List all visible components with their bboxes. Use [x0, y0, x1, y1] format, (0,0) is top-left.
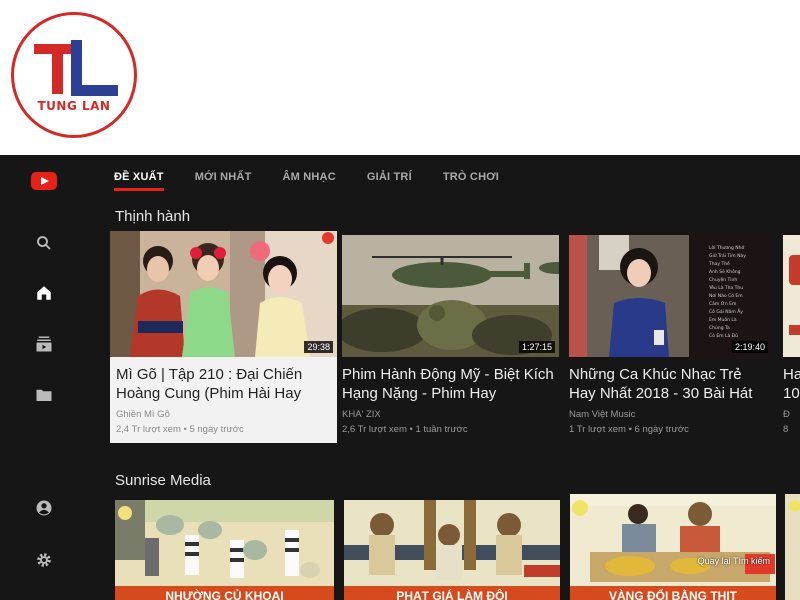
- top-tabs: ĐỀ XUẤT MỚI NHẤT ÂM NHẠC GIẢI TRÍ TRÒ CH…: [114, 171, 530, 191]
- settings-icon[interactable]: [33, 549, 55, 571]
- svg-text:Thay Thế: Thay Thế: [708, 260, 730, 267]
- video-channel: Ghiền Mì Gõ: [116, 409, 170, 420]
- video-channel: Nam Việt Music: [569, 409, 636, 420]
- video-banner: PHẠT GIÁ LÀM ĐÔI: [344, 586, 560, 600]
- tab-giai-tri[interactable]: GIẢI TRÍ: [367, 171, 412, 191]
- video-meta: 8: [783, 424, 789, 435]
- account-icon[interactable]: [33, 497, 55, 519]
- video-meta: 2,6 Tr lượt xem • 1 tuần trước: [342, 424, 468, 435]
- video-card-8-partial[interactable]: [785, 494, 800, 600]
- video-duration: 1:27:15: [518, 341, 555, 353]
- video-card-6[interactable]: PHẠT GIÁ LÀM ĐÔI: [344, 500, 560, 600]
- video-thumbnail: 29:38: [110, 231, 337, 357]
- overlay-hint-text: Quay lại Tìm kiếm: [697, 556, 770, 566]
- subscriptions-icon[interactable]: [33, 333, 55, 355]
- video-title: Mì Gõ | Tập 210 : Đại Chiến Hoàng Cung (…: [116, 366, 303, 402]
- sidebar: [0, 155, 90, 600]
- video-channel: KHA' ZIX: [342, 409, 381, 420]
- video-banner: NHƯỜNG CỦ KHOAI: [115, 586, 334, 600]
- video-thumbnail: [783, 235, 800, 357]
- video-card-7[interactable]: Quay lại Tìm kiếm VÀNG ĐỔI BẰNG THỊT: [570, 494, 776, 600]
- section-title-trending: Thịnh hành: [115, 208, 191, 225]
- svg-text:Chúng Ta: Chúng Ta: [709, 324, 730, 331]
- svg-text:Giữ Trái Tim Này: Giữ Trái Tim Này: [709, 252, 746, 259]
- video-duration: 29:38: [304, 341, 333, 353]
- tab-de-xuat[interactable]: ĐỀ XUẤT: [114, 171, 164, 191]
- tab-tro-choi[interactable]: TRÒ CHƠI: [443, 171, 499, 191]
- svg-text:Yêu Là Tha Thu: Yêu Là Tha Thu: [708, 284, 743, 291]
- video-card-1[interactable]: 29:38 Mì Gõ | Tập 210 : Đại Chiến Hoàng …: [110, 231, 337, 443]
- video-title: Ha 10: [783, 366, 800, 402]
- tung-lan-logo: TUNG LAN: [11, 12, 137, 138]
- logo-brand-text: TUNG LAN: [37, 99, 111, 113]
- video-meta: 1 Tr lượt xem • 6 ngày trước: [569, 424, 689, 435]
- video-thumbnail: Lời Thương Nhớ Giữ Trái Tim Này Thay Thế A…: [569, 235, 772, 357]
- svg-text:Nơi Nào Có Em: Nơi Nào Có Em: [709, 292, 743, 299]
- svg-text:Lời Thương Nhớ: Lời Thương Nhớ: [709, 244, 745, 251]
- video-card-4-partial[interactable]: Ha 10 Đ 8: [783, 235, 800, 435]
- home-icon[interactable]: [33, 282, 55, 304]
- svg-text:Chuyện Tình: Chuyện Tình: [709, 276, 737, 283]
- svg-text:Anh Sẽ Không: Anh Sẽ Không: [709, 268, 741, 275]
- video-title: Phim Hành Động Mỹ - Biệt Kích Hạng Nặng …: [342, 366, 554, 402]
- youtube-tv-screen: ĐỀ XUẤT MỚI NHẤT ÂM NHẠC GIẢI TRÍ TRÒ CH…: [0, 155, 800, 600]
- library-icon[interactable]: [33, 384, 55, 406]
- video-duration: 2:19:40: [731, 341, 768, 353]
- svg-text:Cảm Ơn Em: Cảm Ơn Em: [709, 300, 736, 307]
- youtube-logo-icon[interactable]: [31, 172, 57, 190]
- video-banner: VÀNG ĐỔI BẰNG THỊT: [570, 586, 776, 600]
- svg-text:Có Em Là Đủ: Có Em Là Đủ: [709, 332, 738, 339]
- tab-am-nhac[interactable]: ÂM NHẠC: [283, 171, 336, 191]
- video-channel: Đ: [783, 409, 790, 420]
- svg-text:Em Muốn Là: Em Muốn Là: [709, 316, 737, 323]
- search-icon[interactable]: [33, 232, 55, 254]
- tab-moi-nhat[interactable]: MỚI NHẤT: [195, 171, 252, 191]
- logo-l-foot: [71, 85, 118, 96]
- video-card-2[interactable]: 1:27:15 Phim Hành Động Mỹ - Biệt Kích Hạ…: [342, 235, 559, 435]
- video-card-3[interactable]: Lời Thương Nhớ Giữ Trái Tim Này Thay Thế A…: [569, 235, 772, 435]
- video-meta: 2,4 Tr lượt xem • 5 ngày trước: [116, 424, 244, 435]
- video-title: Những Ca Khúc Nhạc Trẻ Hay Nhất 2018 - 3…: [569, 366, 753, 402]
- section-title-sunrise-media: Sunrise Media: [115, 472, 211, 489]
- video-thumbnail: 1:27:15: [342, 235, 559, 357]
- logo-t-stem: [52, 44, 63, 94]
- video-card-5[interactable]: NHƯỜNG CỦ KHOAI: [115, 500, 334, 600]
- watermark-area: TUNG LAN: [0, 0, 800, 155]
